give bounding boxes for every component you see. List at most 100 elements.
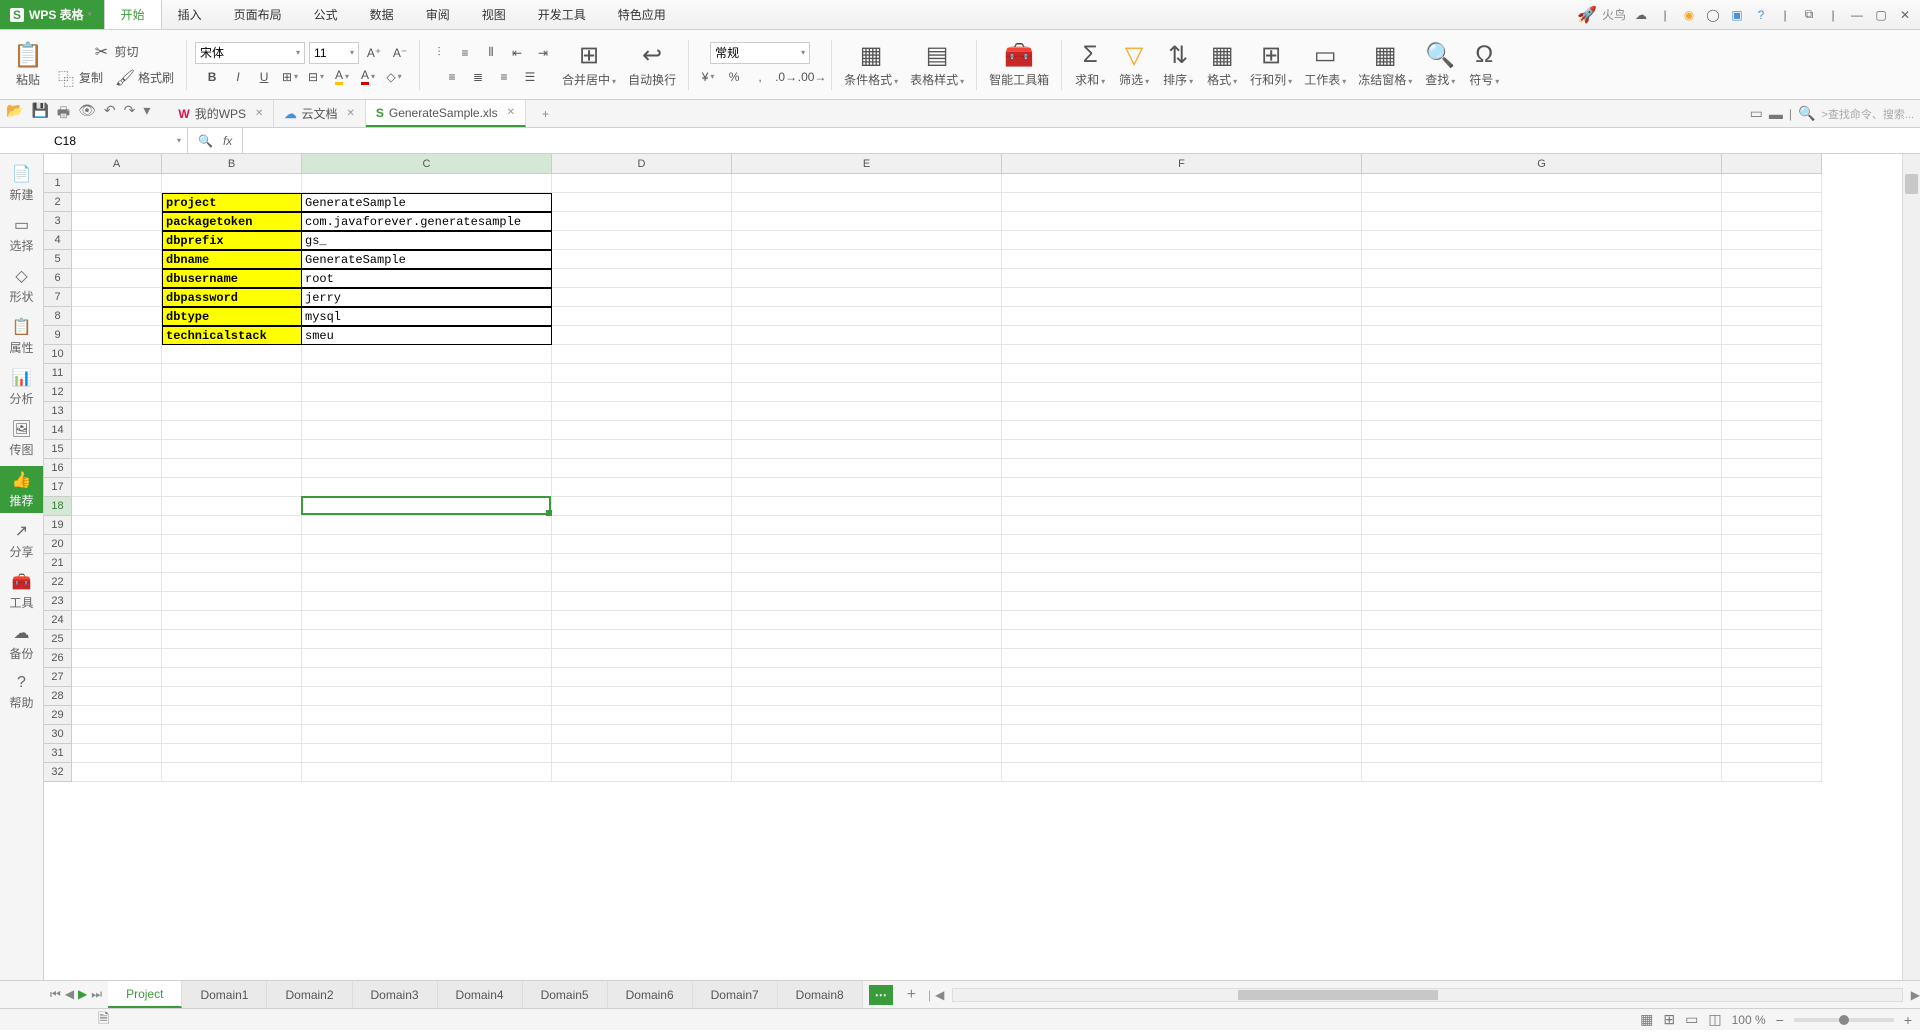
cell[interactable] (162, 554, 302, 573)
align-top-button[interactable]: ⫶ (428, 42, 450, 64)
decrease-font-button[interactable]: A⁻ (389, 42, 411, 64)
cell[interactable] (1722, 630, 1822, 649)
row-header-9[interactable]: 9 (44, 326, 72, 345)
cell[interactable] (302, 478, 552, 497)
cell[interactable] (72, 573, 162, 592)
sheet-tab-7[interactable]: Domain7 (693, 981, 778, 1008)
col-header-G[interactable]: G (1362, 154, 1722, 174)
qa-dropdown-icon[interactable]: ▾ (143, 102, 150, 126)
cell[interactable]: technicalstack (162, 326, 302, 345)
cell[interactable] (1722, 497, 1822, 516)
cell[interactable] (1002, 212, 1362, 231)
col-header-E[interactable]: E (732, 154, 1002, 174)
cell[interactable] (1362, 687, 1722, 706)
cell[interactable] (1002, 554, 1362, 573)
cell[interactable] (1002, 744, 1362, 763)
cell[interactable] (552, 516, 732, 535)
sheet-tab-3[interactable]: Domain3 (353, 981, 438, 1008)
cell[interactable] (302, 421, 552, 440)
cell[interactable] (162, 687, 302, 706)
cell[interactable] (732, 326, 1002, 345)
cell[interactable] (1002, 174, 1362, 193)
cell[interactable] (552, 725, 732, 744)
cell[interactable] (552, 649, 732, 668)
zoom-knob[interactable] (1839, 1015, 1849, 1025)
cell[interactable] (72, 212, 162, 231)
cell[interactable] (732, 364, 1002, 383)
panel1-icon[interactable]: ▭ (1750, 105, 1763, 122)
cell[interactable] (1362, 763, 1722, 782)
cell[interactable] (302, 763, 552, 782)
cell[interactable] (162, 345, 302, 364)
status-doc-icon[interactable]: 🗎 (98, 1008, 109, 1032)
cell[interactable] (72, 193, 162, 212)
close-icon[interactable]: ✕ (255, 108, 263, 119)
menu-tab-6[interactable]: 视图 (466, 0, 522, 29)
cell[interactable] (162, 592, 302, 611)
align-mid-button[interactable]: ≡ (454, 42, 476, 64)
cell[interactable] (732, 763, 1002, 782)
cell[interactable] (552, 535, 732, 554)
row-header-2[interactable]: 2 (44, 193, 72, 212)
cell[interactable] (302, 573, 552, 592)
align-center-button[interactable]: ≣ (467, 66, 489, 88)
row-header-22[interactable]: 22 (44, 573, 72, 592)
cell[interactable] (1362, 174, 1722, 193)
menu-tab-5[interactable]: 审阅 (410, 0, 466, 29)
align-just-button[interactable]: ☰ (519, 66, 541, 88)
cell[interactable] (162, 668, 302, 687)
row-header-13[interactable]: 13 (44, 402, 72, 421)
sheet-tab-0[interactable]: Project (108, 981, 182, 1008)
sheet-first-icon[interactable]: ⏮ (50, 987, 61, 1002)
fill-color-button[interactable]: A▾ (331, 66, 353, 88)
cell[interactable]: dbtype (162, 307, 302, 326)
open-icon[interactable]: 📂 (6, 102, 23, 126)
cell[interactable] (72, 231, 162, 250)
view4-icon[interactable]: ◫ (1708, 1011, 1721, 1028)
cell[interactable] (1362, 744, 1722, 763)
cell[interactable] (552, 592, 732, 611)
cell[interactable] (1002, 307, 1362, 326)
row-header-20[interactable]: 20 (44, 535, 72, 554)
panel2-icon[interactable]: ▬ (1769, 106, 1783, 122)
cell[interactable] (552, 763, 732, 782)
cell[interactable] (302, 516, 552, 535)
cell[interactable] (732, 668, 1002, 687)
close-icon[interactable]: ✕ (346, 108, 354, 119)
cell[interactable] (162, 744, 302, 763)
cell[interactable]: dbpassword (162, 288, 302, 307)
row-header-8[interactable]: 8 (44, 307, 72, 326)
cell[interactable] (1362, 440, 1722, 459)
cell[interactable] (162, 459, 302, 478)
cell[interactable] (1722, 364, 1822, 383)
sheet-button[interactable]: ▭工作表▾ (1300, 39, 1350, 90)
cell[interactable]: GenerateSample (302, 193, 552, 212)
sidebar-item-0[interactable]: 📄新建 (0, 160, 43, 207)
zoom-in-icon[interactable]: + (1904, 1012, 1912, 1028)
cell[interactable] (1362, 288, 1722, 307)
cell[interactable] (302, 440, 552, 459)
search-icon[interactable]: 🔍 (1798, 105, 1815, 122)
cell[interactable] (72, 269, 162, 288)
cell[interactable] (552, 269, 732, 288)
view3-icon[interactable]: ▭ (1685, 1011, 1698, 1028)
cell[interactable] (1362, 630, 1722, 649)
cell[interactable] (1362, 212, 1722, 231)
row-header-3[interactable]: 3 (44, 212, 72, 231)
huoniao-label[interactable]: 火鸟 (1602, 6, 1626, 23)
cell[interactable] (162, 402, 302, 421)
cell[interactable] (1002, 288, 1362, 307)
format-button[interactable]: ▦格式▾ (1202, 39, 1242, 90)
cell[interactable] (1722, 763, 1822, 782)
cell[interactable] (1722, 573, 1822, 592)
cell[interactable] (552, 478, 732, 497)
cell[interactable] (552, 497, 732, 516)
cell[interactable] (72, 478, 162, 497)
cell[interactable] (1362, 364, 1722, 383)
cell[interactable] (732, 383, 1002, 402)
cell[interactable] (732, 269, 1002, 288)
cell[interactable] (1362, 307, 1722, 326)
cell[interactable] (162, 573, 302, 592)
cell[interactable] (732, 573, 1002, 592)
cell[interactable] (72, 383, 162, 402)
